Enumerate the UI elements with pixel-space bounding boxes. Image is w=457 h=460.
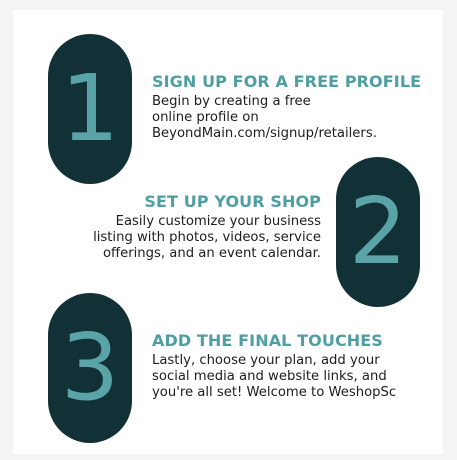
step-1-number: 1	[60, 55, 120, 162]
step-1: SIGN UP FOR A FREE PROFILE Begin by crea…	[152, 72, 437, 142]
step-2-description: Easily customize your business listing w…	[93, 214, 321, 261]
step-2: SET UP YOUR SHOP Easily customize your b…	[43, 192, 321, 262]
step-2-title: SET UP YOUR SHOP	[144, 192, 321, 211]
step-2-number-badge: 2	[336, 157, 420, 307]
step-2-number: 2	[348, 178, 408, 285]
steps-card: 1 SIGN UP FOR A FREE PROFILE Begin by cr…	[13, 10, 443, 454]
step-1-description: Begin by creating a free online profile …	[152, 94, 377, 141]
step-1-title: SIGN UP FOR A FREE PROFILE	[152, 72, 422, 91]
step-3-number: 3	[60, 314, 120, 421]
step-3-number-badge: 3	[48, 293, 132, 443]
step-3-title: ADD THE FINAL TOUCHES	[152, 331, 383, 350]
step-1-number-badge: 1	[48, 34, 132, 184]
step-3: ADD THE FINAL TOUCHES Lastly, choose you…	[152, 331, 437, 401]
step-3-description: Lastly, choose your plan, add your socia…	[152, 353, 397, 400]
